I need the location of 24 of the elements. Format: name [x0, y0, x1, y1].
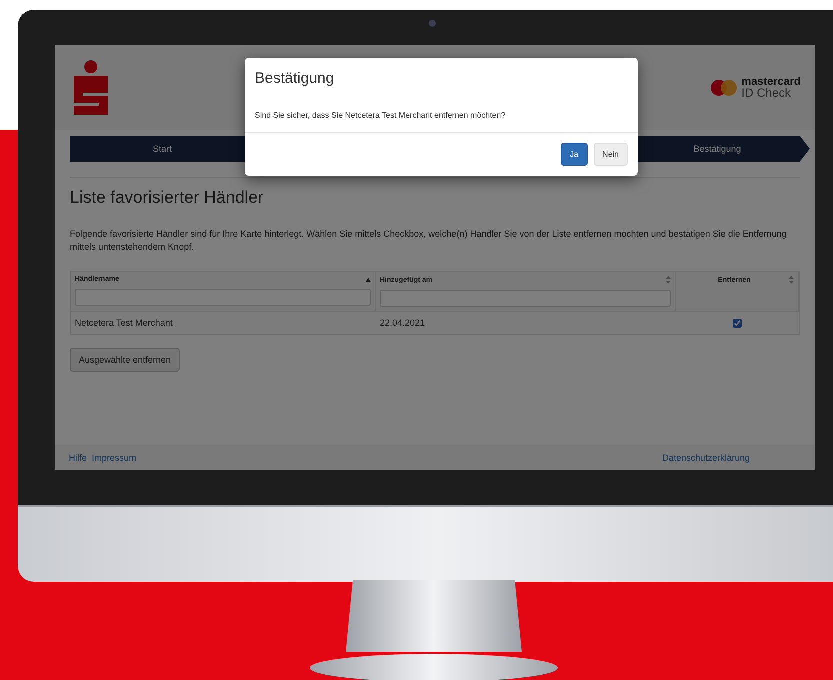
- progress-step: Start: [70, 136, 255, 162]
- intro-text: Folgende favorisierte Händler sind für Ihre Karte hinterlegt. Wählen Sie mittels Checkbox, welche(n) Händler Sie von der Liste entfernen möchten und bestätigen Sie die Entfernung mittels untenstehendem Knopf.: [70, 228, 788, 254]
- sort-icon[interactable]: [666, 276, 671, 284]
- cancel-button[interactable]: Nein: [594, 143, 628, 166]
- sort-ascending-icon[interactable]: [366, 278, 371, 282]
- brand-name: mastercard: [742, 76, 801, 88]
- dialog-title: Bestätigung: [254, 69, 336, 87]
- filter-field[interactable]: [380, 290, 671, 307]
- remove-checkbox[interactable]: [733, 318, 742, 328]
- remove-selected-button[interactable]: Ausgewählte entfernen: [70, 348, 180, 372]
- confirm-button[interactable]: Ja: [561, 143, 588, 166]
- footer-link[interactable]: Hilfe: [69, 452, 88, 462]
- mastercard-logo: [710, 80, 737, 96]
- filter-field[interactable]: [75, 289, 371, 306]
- table-cell-text: Netcetera Test Merchant: [74, 317, 174, 330]
- footer-link[interactable]: Impressum: [92, 452, 137, 462]
- progress-step: Bestätigung: [625, 136, 810, 162]
- sort-icon[interactable]: [789, 276, 794, 284]
- brand-product: ID Check: [742, 88, 792, 98]
- footer-link[interactable]: Datenschutzerklärung: [662, 452, 750, 462]
- table-cell-text: 22.04.2021: [379, 317, 426, 330]
- page-title: Liste favorisierter Händler: [70, 188, 265, 208]
- dialog-message: Sind Sie sicher, dass Sie Netcetera Test Merchant entfernen möchten?: [245, 87, 638, 133]
- camera-icon: [429, 20, 436, 27]
